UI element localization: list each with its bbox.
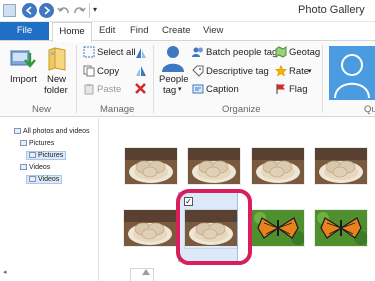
redo-button[interactable] [72,4,86,18]
redo-icon [74,7,86,14]
arrow-right-icon [44,6,51,15]
photo-thumbnail[interactable] [124,210,176,246]
window-title: Photo Gallery [298,4,365,16]
photo-thumbnail[interactable] [315,148,367,184]
highlight-annotation [176,189,252,265]
avatar [329,46,375,100]
batch-people-tag-label: Batch people tag [206,47,278,58]
quick-group-label: Qu [364,104,375,115]
select-all-icon [83,46,95,58]
cookies-photo [315,148,367,184]
chevron-down-icon: ▾ [178,86,182,93]
batch-people-icon [192,47,203,57]
tab-find[interactable]: Find [130,25,148,36]
cookies-photo [252,148,304,184]
geotag-icon [275,46,287,58]
descriptive-tag-label: Descriptive tag [206,66,269,77]
delete-icon[interactable] [134,82,147,95]
paste-label: Paste [97,84,122,95]
photo-thumbnail[interactable] [252,148,304,184]
navigation-pane: All photos and videos Pictures Pictures … [0,118,99,281]
toolbar-separator [89,3,90,18]
manage-group-label: Manage [100,104,135,115]
new-folder-label-line2: folder [44,85,68,96]
arrow-left-icon [25,6,32,15]
nav-item-all-photos[interactable]: All photos and videos [14,128,90,135]
import-label: Import [10,74,37,85]
ribbon-tabs: File Home Edit Find Create View [0,22,375,42]
new-group-label: New [32,104,52,115]
chevron-down-icon: ▾ [308,68,312,75]
tab-home[interactable]: Home [52,22,92,42]
tag-icon [192,65,204,77]
geotag-label: Geotag [289,47,321,58]
group-divider [76,45,77,113]
photo-thumbnail[interactable] [188,148,240,184]
tab-file[interactable]: File [0,22,49,41]
paste-icon [84,84,94,95]
butterfly-photo [315,210,367,246]
group-divider [153,45,154,113]
group-divider [322,45,323,113]
app-icon [3,4,16,17]
caption-label: Caption [206,84,239,95]
folder-icon [29,176,36,182]
rotate-left-icon[interactable] [134,46,148,60]
quick-access-dropdown[interactable]: ▾ [93,5,97,14]
folder-icon [20,140,27,146]
rate-label: Rate [289,66,310,77]
undo-button[interactable] [57,4,71,18]
forward-button[interactable] [39,3,54,18]
organize-group-label: Organize [222,104,261,115]
person-icon [162,46,184,72]
ribbon: Import New folder New Select all Copy Pa… [0,40,375,117]
nav-item-pictures[interactable]: Pictures [20,140,54,147]
undo-icon [57,7,69,14]
scroll-arrow-icon[interactable]: ◂ [3,268,7,276]
title-bar: ▾ Photo Gallery [0,0,375,22]
nav-item-videos[interactable]: Videos [20,164,50,171]
star-icon [275,65,287,77]
image-placeholder-icon [142,269,150,275]
nav-item-videos-folder[interactable]: Videos [26,175,63,184]
cookies-photo [125,148,177,184]
flag-label: Flag [289,84,308,95]
flag-icon [276,84,285,94]
people-tag-label-line2: tag [163,85,177,96]
cookies-photo [124,210,176,246]
folder-icon [48,47,66,71]
tab-view[interactable]: View [203,25,223,36]
nav-item-pictures-folder[interactable]: Pictures [26,151,67,160]
butterfly-photo [252,210,304,246]
cookies-photo [188,148,240,184]
rotate-right-icon[interactable] [134,64,148,78]
import-icon [10,50,36,68]
photo-thumbnail[interactable] [125,148,177,184]
copy-label: Copy [97,66,120,77]
folder-icon [20,164,27,170]
select-all-label: Select all [97,47,136,58]
tab-edit[interactable]: Edit [99,25,115,36]
photo-thumbnail[interactable] [315,210,367,246]
new-folder-label-line1: New [47,74,67,85]
gallery-icon [14,128,21,134]
folder-icon [29,152,36,158]
tab-create[interactable]: Create [162,25,191,36]
photo-gallery: ✓ [100,118,375,281]
chevron-down-icon: ▾ [93,5,98,14]
back-button[interactable] [22,3,37,18]
photo-thumbnail[interactable] [252,210,304,246]
copy-icon [83,65,95,77]
people-tag-label-line1: People [159,74,189,85]
caption-icon [192,84,204,94]
